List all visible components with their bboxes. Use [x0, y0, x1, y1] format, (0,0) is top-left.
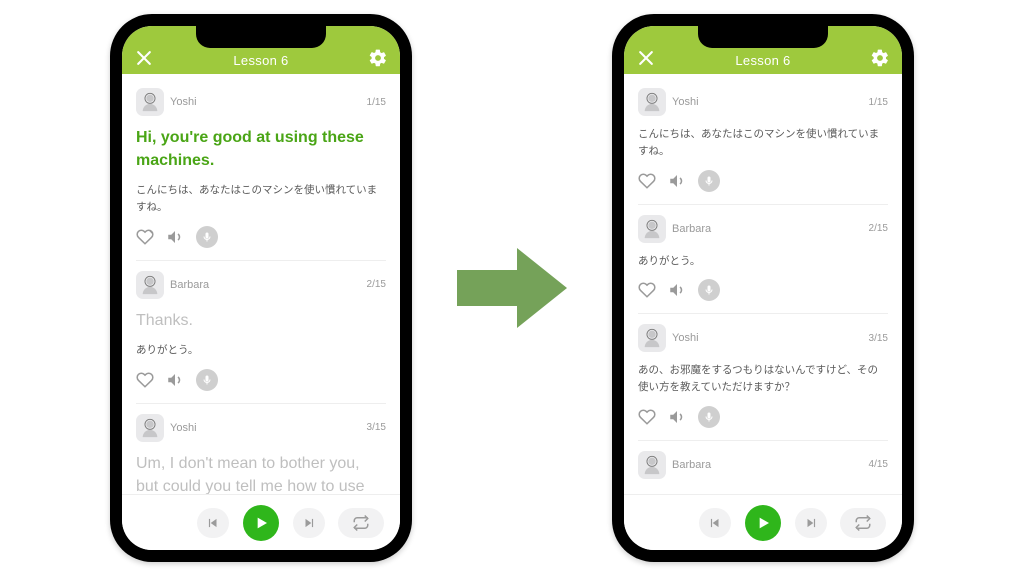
next-button[interactable] [795, 508, 827, 538]
loop-button[interactable] [338, 508, 384, 538]
gear-icon[interactable] [870, 48, 890, 68]
step-counter: 1/15 [869, 97, 888, 108]
japanese-line: こんにちは、あなたはこのマシンを使い慣れていますね。 [136, 182, 386, 216]
close-icon[interactable] [134, 48, 154, 68]
step-counter: 1/15 [367, 97, 386, 108]
avatar [136, 271, 164, 299]
speaker-name: Barbara [672, 459, 711, 471]
speaker-name: Barbara [170, 279, 209, 291]
microphone-icon[interactable] [698, 279, 720, 301]
lesson-title: Lesson 6 [154, 53, 368, 68]
speaker-icon[interactable] [166, 371, 184, 389]
notch [698, 26, 828, 48]
lesson-content-left: Yoshi 1/15 Hi, you're good at using thes… [122, 74, 400, 494]
speaker-icon[interactable] [166, 228, 184, 246]
conversation-card: Yoshi 3/15 あの、お邪魔をするつもりはないんですけど、その使い方を教え… [638, 313, 888, 440]
notch [196, 26, 326, 48]
heart-icon[interactable] [638, 408, 656, 426]
screen-left: Lesson 6 Yoshi 1/15 Hi, you're good at u… [122, 26, 400, 550]
loop-button[interactable] [840, 508, 886, 538]
microphone-icon[interactable] [196, 369, 218, 391]
conversation-card: Yoshi 3/15 Um, I don't mean to bother yo… [136, 403, 386, 494]
lesson-title: Lesson 6 [656, 53, 870, 68]
conversation-card: Yoshi 1/15 Hi, you're good at using thes… [136, 74, 386, 260]
heart-icon[interactable] [638, 172, 656, 190]
conversation-card: Yoshi 1/15 こんにちは、あなたはこのマシンを使い慣れていますね。 [638, 74, 888, 204]
avatar [638, 215, 666, 243]
avatar [638, 88, 666, 116]
english-line: Um, I don't mean to bother you, but coul… [136, 452, 386, 494]
play-button[interactable] [745, 505, 781, 541]
heart-icon[interactable] [638, 281, 656, 299]
prev-button[interactable] [197, 508, 229, 538]
avatar [136, 88, 164, 116]
speaker-icon[interactable] [668, 408, 686, 426]
play-button[interactable] [243, 505, 279, 541]
japanese-line: あの、お邪魔をするつもりはないんですけど、その使い方を教えていただけますか？ [638, 362, 888, 396]
japanese-line: ありがとう。 [638, 253, 888, 270]
speaker-name: Yoshi [672, 332, 699, 344]
heart-icon[interactable] [136, 228, 154, 246]
english-line: Hi, you're good at using these machines. [136, 126, 386, 172]
step-counter: 2/15 [869, 223, 888, 234]
microphone-icon[interactable] [196, 226, 218, 248]
conversation-card: Barbara 2/15 ありがとう。 [638, 204, 888, 314]
english-line: Thanks. [136, 309, 386, 332]
japanese-line: ありがとう。 [136, 342, 386, 359]
gear-icon[interactable] [368, 48, 388, 68]
lesson-content-right: Yoshi 1/15 こんにちは、あなたはこのマシンを使い慣れていますね。 Ba… [624, 74, 902, 494]
phone-left: Lesson 6 Yoshi 1/15 Hi, you're good at u… [110, 14, 412, 562]
speaker-icon[interactable] [668, 281, 686, 299]
close-icon[interactable] [636, 48, 656, 68]
step-counter: 2/15 [367, 279, 386, 290]
step-counter: 3/15 [367, 422, 386, 433]
speaker-name: Yoshi [170, 96, 197, 108]
avatar [638, 451, 666, 479]
step-counter: 4/15 [869, 459, 888, 470]
prev-button[interactable] [699, 508, 731, 538]
player-bar [624, 494, 902, 550]
speaker-name: Yoshi [672, 96, 699, 108]
microphone-icon[interactable] [698, 170, 720, 192]
heart-icon[interactable] [136, 371, 154, 389]
microphone-icon[interactable] [698, 406, 720, 428]
conversation-card: Barbara 4/15 [638, 440, 888, 491]
japanese-line: こんにちは、あなたはこのマシンを使い慣れていますね。 [638, 126, 888, 160]
phone-right: Lesson 6 Yoshi 1/15 こんにちは、あなたはこのマシンを使い慣れ… [612, 14, 914, 562]
avatar [638, 324, 666, 352]
player-bar [122, 494, 400, 550]
avatar [136, 414, 164, 442]
speaker-icon[interactable] [668, 172, 686, 190]
speaker-name: Yoshi [170, 422, 197, 434]
conversation-card: Barbara 2/15 Thanks. ありがとう。 [136, 260, 386, 403]
arrow-icon [452, 238, 572, 338]
speaker-name: Barbara [672, 223, 711, 235]
step-counter: 3/15 [869, 333, 888, 344]
screen-right: Lesson 6 Yoshi 1/15 こんにちは、あなたはこのマシンを使い慣れ… [624, 26, 902, 550]
next-button[interactable] [293, 508, 325, 538]
